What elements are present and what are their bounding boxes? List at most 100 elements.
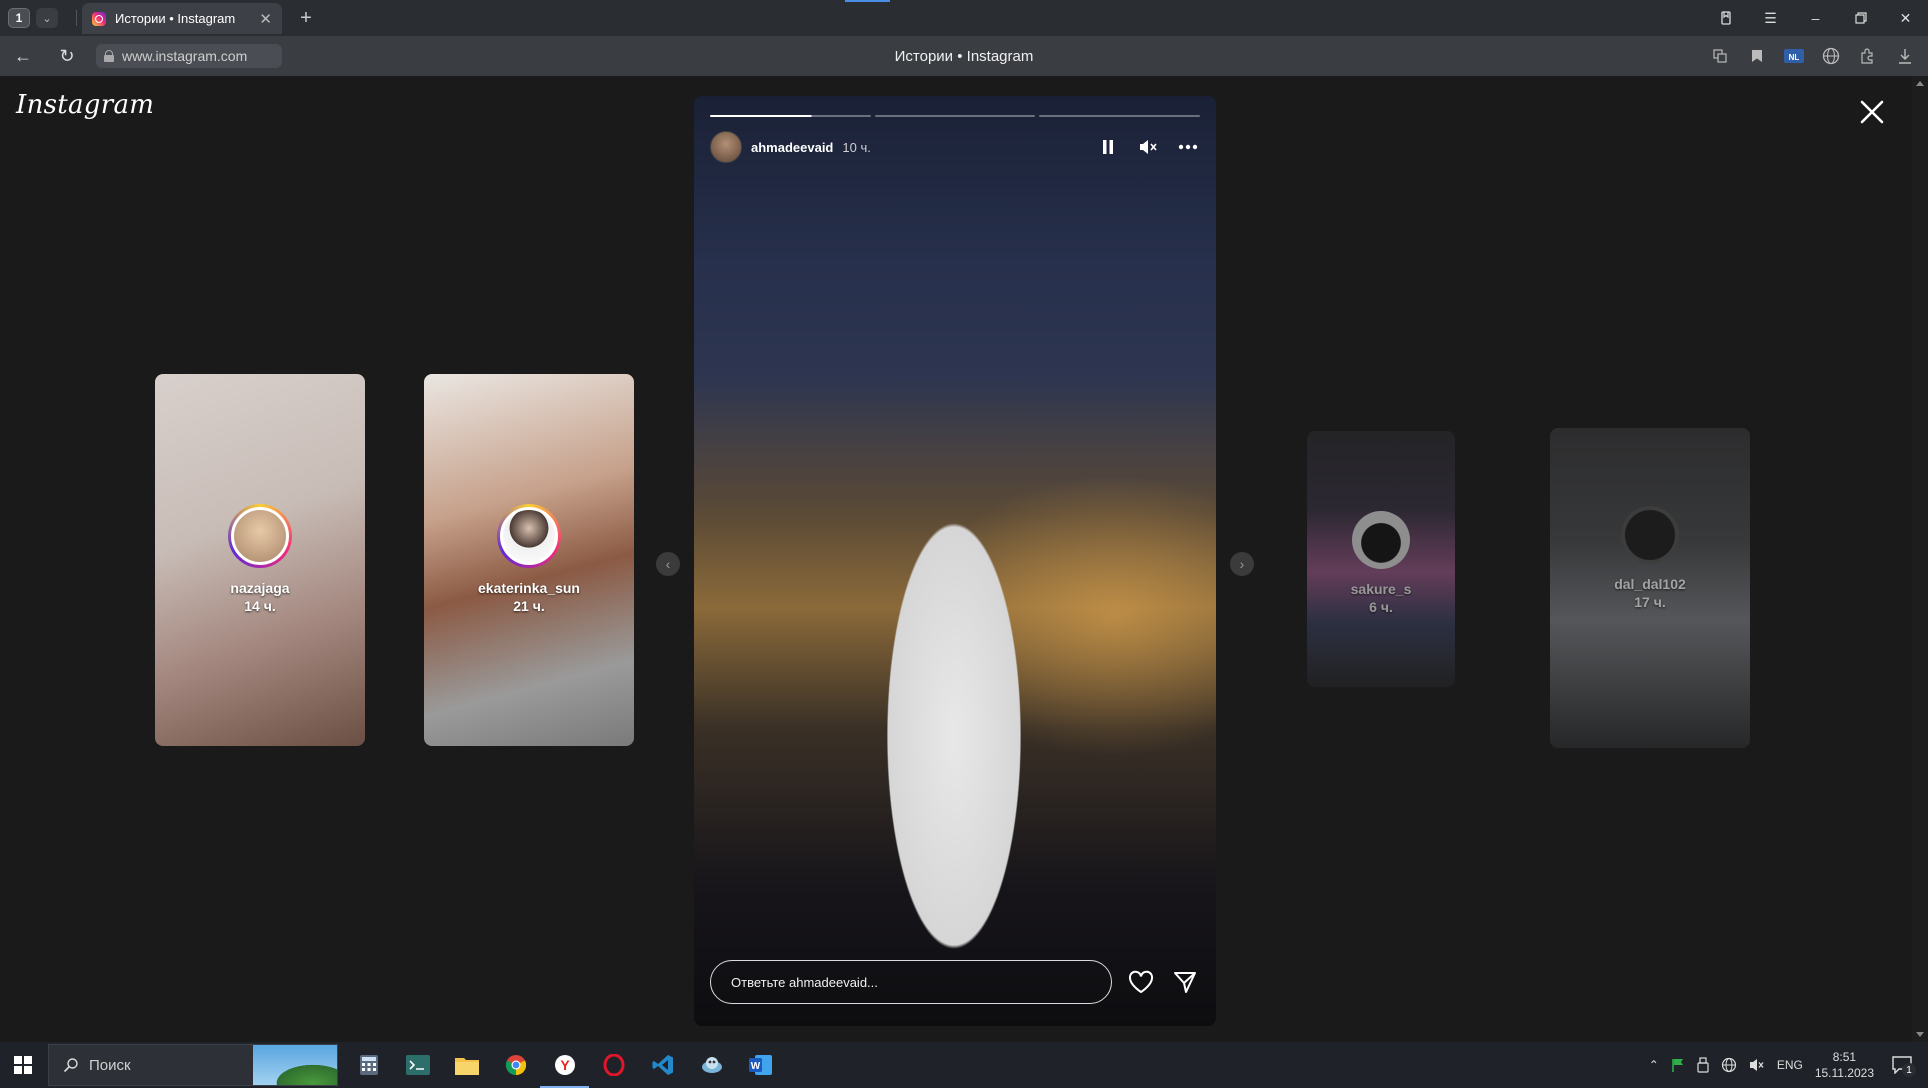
notification-count: 1 bbox=[1902, 1063, 1916, 1077]
instagram-stories-page: Instagram nazajaga 14 ч. ekaterinka_sun … bbox=[0, 76, 1912, 1042]
pause-icon[interactable] bbox=[1096, 135, 1120, 159]
progress-segment bbox=[874, 115, 1036, 117]
preview-username: dal_dal102 bbox=[1614, 576, 1686, 592]
preview-time: 14 ч. bbox=[244, 598, 276, 614]
bookmark-icon[interactable] bbox=[1744, 44, 1770, 68]
taskbar-apps: Y W bbox=[344, 1042, 785, 1088]
story-progress-bar bbox=[710, 115, 1201, 117]
word-icon[interactable]: W bbox=[736, 1042, 785, 1088]
chrome-icon[interactable] bbox=[491, 1042, 540, 1088]
system-tray: ⌃ ENG 8:51 15.11.2023 1 bbox=[1649, 1042, 1928, 1088]
close-stories-icon[interactable] bbox=[1856, 96, 1888, 128]
story-time: 10 ч. bbox=[842, 139, 871, 155]
url-field[interactable]: www.instagram.com bbox=[96, 44, 282, 68]
usb-icon[interactable] bbox=[1697, 1057, 1709, 1073]
mute-icon[interactable] bbox=[1136, 135, 1160, 159]
tab-divider bbox=[76, 10, 77, 26]
page-scrollbar[interactable] bbox=[1912, 76, 1928, 1042]
notification-center-icon[interactable]: 1 bbox=[1886, 1049, 1918, 1081]
taskbar-search[interactable]: Поиск bbox=[48, 1044, 338, 1086]
tabbar-accent bbox=[845, 0, 890, 2]
lock-icon bbox=[104, 50, 114, 62]
yandex-browser-icon[interactable]: Y bbox=[540, 1042, 589, 1088]
windows-taskbar: Поиск Y W ⌃ ENG 8:51 15.11.2023 1 bbox=[0, 1042, 1928, 1088]
story-preview-nazajaga[interactable]: nazajaga 14 ч. bbox=[155, 374, 365, 746]
chevron-down-icon[interactable]: ⌄ bbox=[36, 8, 58, 28]
instagram-favicon-icon bbox=[92, 11, 106, 26]
preview-time: 17 ч. bbox=[1634, 594, 1666, 610]
minimize-icon[interactable]: – bbox=[1793, 0, 1838, 36]
file-explorer-icon[interactable] bbox=[442, 1042, 491, 1088]
svg-text:Y: Y bbox=[560, 1057, 570, 1073]
language-indicator[interactable]: ENG bbox=[1777, 1058, 1803, 1072]
story-preview-daldal[interactable]: dal_dal102 17 ч. bbox=[1550, 428, 1750, 748]
menu-icon[interactable]: ☰ bbox=[1748, 0, 1793, 36]
close-window-icon[interactable]: ✕ bbox=[1883, 0, 1928, 36]
preview-username: nazajaga bbox=[230, 580, 290, 596]
story-preview-avatar bbox=[1621, 506, 1679, 564]
scroll-up-icon[interactable] bbox=[1916, 81, 1924, 86]
page-title: Истории • Instagram bbox=[894, 48, 1034, 65]
story-reply-row bbox=[710, 960, 1200, 1004]
game-launcher-icon[interactable] bbox=[687, 1042, 736, 1088]
svg-text:W: W bbox=[750, 1061, 760, 1072]
show-hidden-icons-icon[interactable]: ⌃ bbox=[1649, 1058, 1659, 1072]
extensions-icon[interactable] bbox=[1855, 44, 1881, 68]
story-preview-avatar bbox=[228, 504, 292, 568]
avatar[interactable] bbox=[710, 131, 742, 163]
search-placeholder: Поиск bbox=[89, 1056, 131, 1074]
scroll-down-icon[interactable] bbox=[1916, 1032, 1924, 1037]
preview-time: 6 ч. bbox=[1369, 599, 1393, 615]
reload-icon[interactable]: ↻ bbox=[54, 45, 80, 67]
instagram-logo[interactable]: Instagram bbox=[16, 90, 154, 120]
progress-segment bbox=[710, 115, 871, 117]
toolbar-icons: NL bbox=[1707, 44, 1918, 68]
back-icon[interactable]: ← bbox=[10, 45, 36, 67]
tab-count-badge[interactable]: 1 bbox=[8, 8, 30, 28]
translate-icon[interactable] bbox=[1707, 44, 1733, 68]
windows-start-icon[interactable] bbox=[0, 1042, 46, 1088]
story-header: ahmadeevaid 10 ч. bbox=[710, 130, 1200, 164]
search-highlight-image bbox=[253, 1045, 337, 1085]
extension-nl-icon[interactable]: NL bbox=[1781, 44, 1807, 68]
new-tab-button[interactable]: + bbox=[294, 7, 318, 29]
story-preview-avatar bbox=[497, 504, 561, 568]
volume-muted-icon[interactable] bbox=[1749, 1058, 1765, 1072]
window-controls: ☰ – ✕ bbox=[1703, 0, 1928, 36]
bookmarks-panel-icon[interactable] bbox=[1703, 0, 1748, 36]
svg-text:NL: NL bbox=[1789, 53, 1800, 62]
progress-segment bbox=[1039, 115, 1201, 117]
vscode-icon[interactable] bbox=[638, 1042, 687, 1088]
download-icon[interactable] bbox=[1892, 44, 1918, 68]
url-text: www.instagram.com bbox=[122, 48, 248, 64]
network-globe-icon[interactable] bbox=[1721, 1057, 1737, 1073]
previous-story-button[interactable]: ‹ bbox=[656, 552, 680, 576]
search-icon bbox=[63, 1058, 78, 1073]
globe-icon[interactable] bbox=[1818, 44, 1844, 68]
opera-icon[interactable] bbox=[589, 1042, 638, 1088]
story-preview-ekaterinka[interactable]: ekaterinka_sun 21 ч. bbox=[424, 374, 634, 746]
flag-icon[interactable] bbox=[1671, 1058, 1685, 1072]
story-username[interactable]: ahmadeevaid bbox=[751, 140, 833, 155]
active-story[interactable]: ahmadeevaid 10 ч. bbox=[694, 96, 1216, 1026]
tab-title: Истории • Instagram bbox=[115, 11, 236, 26]
send-icon[interactable] bbox=[1170, 967, 1200, 997]
close-tab-icon[interactable]: ✕ bbox=[259, 10, 272, 28]
restore-icon[interactable] bbox=[1838, 0, 1883, 36]
story-preview-avatar bbox=[1352, 511, 1410, 569]
clock-time: 8:51 bbox=[1832, 1050, 1857, 1064]
browser-tab[interactable]: Истории • Instagram ✕ bbox=[82, 3, 282, 34]
heart-icon[interactable] bbox=[1126, 967, 1156, 997]
browser-tab-strip: 1 ⌄ Истории • Instagram ✕ + ☰ – ✕ bbox=[0, 0, 1928, 36]
preview-time: 21 ч. bbox=[513, 598, 545, 614]
next-story-button[interactable]: › bbox=[1230, 552, 1254, 576]
story-preview-sakure[interactable]: sakure_s 6 ч. bbox=[1307, 431, 1455, 687]
taskbar-clock[interactable]: 8:51 15.11.2023 bbox=[1815, 1049, 1874, 1081]
more-options-icon[interactable] bbox=[1176, 135, 1200, 159]
reply-input[interactable] bbox=[710, 960, 1112, 1004]
terminal-icon[interactable] bbox=[393, 1042, 442, 1088]
preview-username: ekaterinka_sun bbox=[478, 580, 580, 596]
tab-counter[interactable]: 1 ⌄ bbox=[8, 8, 70, 28]
calculator-icon[interactable] bbox=[344, 1042, 393, 1088]
preview-username: sakure_s bbox=[1350, 581, 1412, 597]
